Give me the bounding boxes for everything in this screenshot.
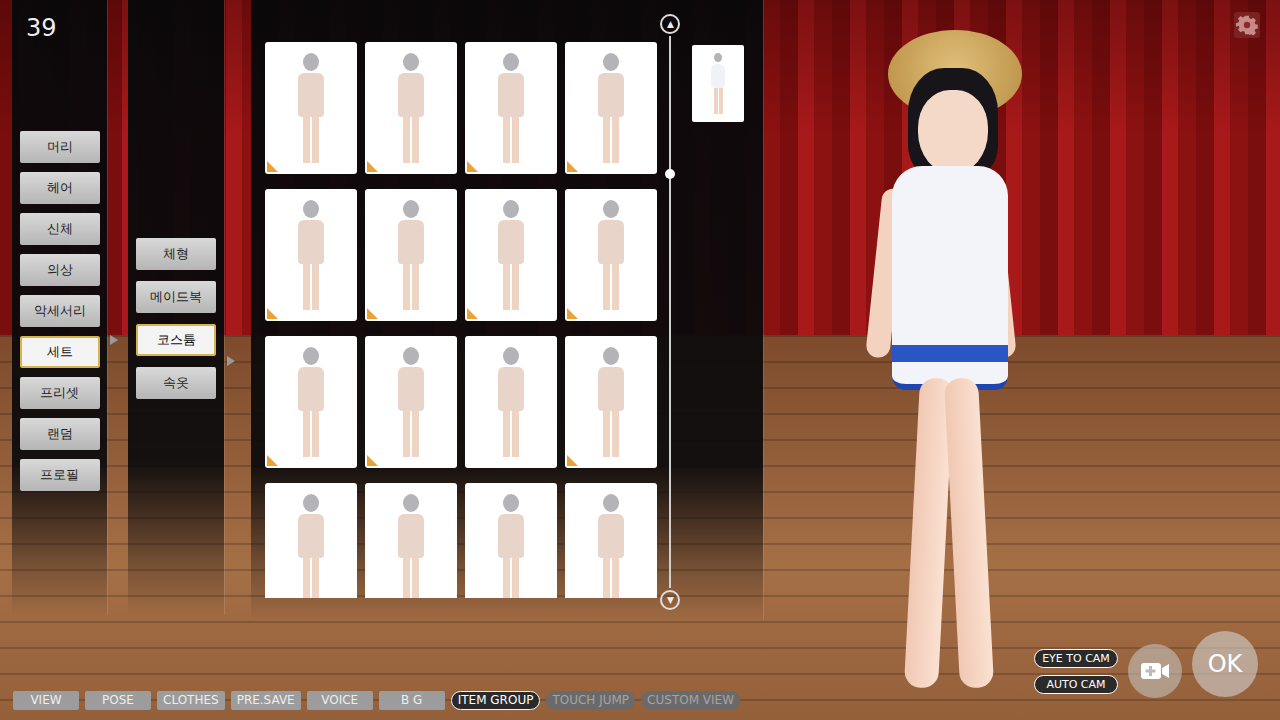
item-card[interactable] (265, 42, 357, 174)
new-badge-icon (367, 455, 378, 466)
outfit-figure-icon (298, 53, 324, 163)
item-card[interactable] (265, 189, 357, 321)
equipped-panel (684, 0, 763, 620)
camera-icon (1140, 660, 1170, 682)
leg (944, 377, 994, 688)
item-card[interactable] (565, 42, 657, 174)
scroll-up-button[interactable]: ▲ (660, 14, 680, 34)
toolbar-button[interactable]: ITEM GROUP (451, 691, 541, 710)
item-card[interactable] (465, 336, 557, 468)
item-card[interactable] (465, 483, 557, 598)
new-badge-icon (367, 161, 378, 172)
outfit-figure-icon (298, 200, 324, 310)
toolbar-button[interactable]: VOICE (307, 691, 373, 710)
item-card[interactable] (265, 336, 357, 468)
category-button[interactable]: 신체 (20, 213, 100, 245)
counter: 39 (26, 14, 57, 42)
equipped-item[interactable] (692, 45, 744, 122)
subcategory-button[interactable]: 메이드복 (136, 281, 216, 313)
add-camera-button[interactable] (1128, 644, 1182, 698)
toolbar-button[interactable]: CLOTHES (157, 691, 225, 710)
new-badge-icon (567, 455, 578, 466)
subcategory-button[interactable]: 코스튬 (136, 324, 216, 356)
character-model[interactable] (860, 28, 1040, 698)
face (918, 90, 988, 174)
outfit-figure-icon (498, 494, 524, 598)
item-panel: ▲▼ (251, 0, 763, 620)
new-badge-icon (267, 308, 278, 319)
character-editor: 39머리헤어신체의상악세서리세트프리셋랜덤프로필체형메이드복코스튬속옷▲▼VIE… (0, 0, 1280, 720)
toolbar-button[interactable]: VIEW (13, 691, 79, 710)
outfit-figure-icon (498, 347, 524, 457)
scrollbar[interactable]: ▲▼ (657, 0, 685, 610)
scroll-thumb[interactable] (665, 169, 675, 179)
toolbar-button[interactable]: CUSTOM VIEW (641, 691, 740, 710)
outfit-figure-icon (598, 200, 624, 310)
new-badge-icon (267, 161, 278, 172)
new-badge-icon (567, 308, 578, 319)
subcategory-button[interactable]: 속옷 (136, 367, 216, 399)
outfit-figure-icon (498, 53, 524, 163)
outfit-figure-icon (298, 494, 324, 598)
category-button[interactable]: 헤어 (20, 172, 100, 204)
outfit-figure-icon (498, 200, 524, 310)
item-card[interactable] (365, 42, 457, 174)
category-button[interactable]: 머리 (20, 131, 100, 163)
category-button[interactable]: 랜덤 (20, 418, 100, 450)
outfit-figure-icon (598, 53, 624, 163)
item-card[interactable] (365, 336, 457, 468)
outfit-figure-icon (398, 347, 424, 457)
swimsuit (892, 166, 1008, 390)
pointer-icon (227, 356, 235, 366)
item-card[interactable] (365, 189, 457, 321)
outfit-figure-icon (598, 494, 624, 598)
scroll-track[interactable] (669, 36, 671, 588)
camera-toggle[interactable]: AUTO CAM (1034, 675, 1118, 694)
category-button[interactable]: 프리셋 (20, 377, 100, 409)
toolbar-button[interactable]: POSE (85, 691, 151, 710)
item-card[interactable] (365, 483, 457, 598)
category-button[interactable]: 의상 (20, 254, 100, 286)
toolbar-button[interactable]: TOUCH JUMP (546, 691, 635, 710)
outfit-figure-icon (398, 200, 424, 310)
camera-toggle[interactable]: EYE TO CAM (1034, 649, 1118, 668)
new-badge-icon (567, 161, 578, 172)
item-card[interactable] (465, 42, 557, 174)
outfit-figure-icon (598, 347, 624, 457)
item-card[interactable] (565, 483, 657, 598)
item-card[interactable] (565, 189, 657, 321)
outfit-figure-icon (398, 53, 424, 163)
new-badge-icon (367, 308, 378, 319)
item-grid (265, 42, 657, 598)
item-card[interactable] (565, 336, 657, 468)
category-button[interactable]: 악세서리 (20, 295, 100, 327)
outfit-figure-icon (398, 494, 424, 598)
subcategory-button[interactable]: 체형 (136, 238, 216, 270)
category-button[interactable]: 세트 (20, 336, 100, 368)
toolbar-button[interactable]: B G (379, 691, 445, 710)
category-panel: 39 머리헤어신체의상악세서리세트프리셋랜덤프로필 (12, 0, 107, 615)
item-card[interactable] (265, 483, 357, 598)
scroll-down-button[interactable]: ▼ (660, 590, 680, 610)
category-button[interactable]: 프로필 (20, 459, 100, 491)
subcategory-panel: 체형메이드복코스튬속옷 (128, 0, 224, 615)
toolbar-button[interactable]: PRE.SAVE (231, 691, 301, 710)
new-badge-icon (267, 455, 278, 466)
new-badge-icon (467, 308, 478, 319)
pointer-icon (110, 335, 118, 345)
settings-button[interactable] (1234, 12, 1260, 38)
item-card[interactable] (465, 189, 557, 321)
new-badge-icon (467, 161, 478, 172)
ok-button[interactable]: OK (1192, 631, 1258, 697)
gear-icon (1236, 14, 1258, 36)
outfit-figure-icon (298, 347, 324, 457)
